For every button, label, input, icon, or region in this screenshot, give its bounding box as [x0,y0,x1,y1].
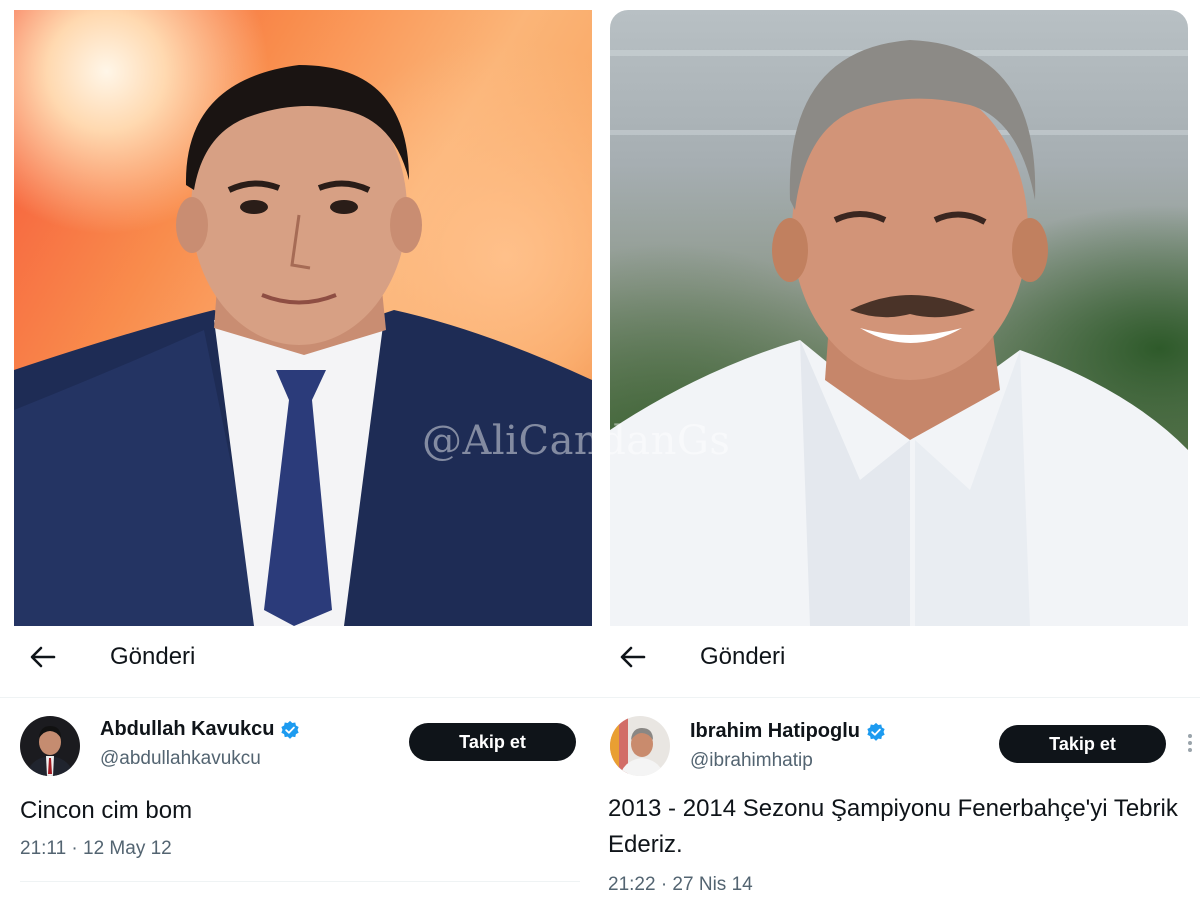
post-header: Gönderi [0,628,600,688]
header-divider [600,697,1200,698]
right-post-panel: Gönderi Ibrahim Hatipoglu @ibrahimhatip … [600,0,1200,900]
name-line: Abdullah Kavukcu [100,718,300,741]
page-title: Gönderi [110,643,196,670]
follow-button[interactable]: Takip et [999,725,1166,763]
page-title: Gönderi [700,643,786,670]
post-header: Gönderi [600,628,1200,688]
follow-button[interactable]: Takip et [409,723,576,761]
post-author: Ibrahim Hatipoglu @ibrahimhatip Takip et [600,716,1200,780]
right-portrait-photo [610,10,1188,626]
verified-badge-icon [866,722,886,742]
display-name[interactable]: Ibrahim Hatipoglu [690,720,860,743]
avatar[interactable] [20,716,80,776]
header-divider [0,697,600,698]
back-arrow-icon[interactable] [28,642,58,672]
post-text: Cincon cim bom [20,797,193,824]
post-text: 2013 - 2014 Sezonu Şampiyonu Fenerbahçe'… [608,795,1178,858]
name-line: Ibrahim Hatipoglu [690,720,886,743]
avatar[interactable] [610,716,670,776]
more-options-icon[interactable] [1186,734,1194,756]
post-timestamp[interactable]: 21:11 · 12 May 12 [20,838,172,860]
post-timestamp[interactable]: 21:22 · 27 Nis 14 [608,874,753,896]
back-arrow-icon[interactable] [618,642,648,672]
user-handle[interactable]: @abdullahkavukcu [100,748,261,770]
left-post-panel: Gönderi Abdullah Kavukcu @abdullahkavukc… [0,0,600,900]
display-name[interactable]: Abdullah Kavukcu [100,718,274,741]
user-handle[interactable]: @ibrahimhatip [690,750,813,772]
left-portrait-photo [14,10,592,626]
verified-badge-icon [280,720,300,740]
post-author: Abdullah Kavukcu @abdullahkavukcu Takip … [0,716,600,780]
bottom-divider [20,881,580,882]
